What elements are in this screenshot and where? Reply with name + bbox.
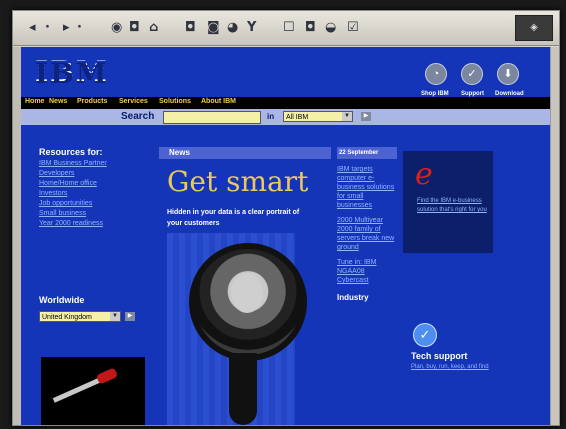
news-header: News (159, 147, 331, 159)
refresh-icon[interactable]: · (77, 20, 82, 36)
search-bar: Search in All IBM ▼ ▶ (21, 109, 551, 125)
resource-link-investors[interactable]: Investors (39, 189, 139, 199)
nav-solutions[interactable]: Solutions (159, 98, 191, 105)
screwdriver-handle (95, 367, 119, 385)
search-scope-value: All IBM (286, 114, 309, 121)
resource-link-small-business[interactable]: Small business (39, 209, 139, 219)
channels-icon[interactable]: ◙ (207, 20, 220, 36)
ebusiness-promo[interactable]: e Find the IBM e-business solution that'… (403, 151, 493, 253)
news-link-small-business[interactable]: IBM targets computer e-business solution… (337, 165, 397, 210)
browser-toolbar: ◂ · ▸ · ◉ ◘ ⌂ ◘ ◙ ◕ Y ☐ ◘ ◒ ☑ ◈ (13, 11, 559, 46)
news-column: 22 September IBM targets computer e-busi… (337, 147, 397, 302)
search-input[interactable] (163, 111, 261, 124)
left-gutter (13, 47, 21, 425)
resource-link-home-office[interactable]: Home/Home office (39, 179, 139, 189)
history-icon[interactable]: ◘ (185, 20, 196, 36)
industry-title: Industry (337, 293, 369, 302)
chevron-down-icon[interactable]: ▼ (110, 312, 120, 321)
tech-support-link[interactable]: Plan, buy, run, keep, and find (411, 363, 501, 371)
nav-about[interactable]: About IBM (201, 98, 236, 105)
checkmark-icon[interactable]: ✓ (413, 323, 437, 347)
headline[interactable]: Get smart (167, 165, 308, 198)
resource-link-year-2000[interactable]: Year 2000 readiness (39, 219, 139, 229)
resources-title: Resources for: (39, 147, 103, 157)
web-page: IBM ◔ Shop IBM ✓ Support ⬇ Download Home… (21, 47, 551, 425)
search-icon[interactable]: ◘ (129, 20, 140, 36)
news-link-cybercast[interactable]: Tune in: IBM NGAA08 Cybercast (337, 258, 397, 285)
promo-image[interactable] (41, 357, 145, 425)
throbber-icon: ◈ (515, 15, 553, 41)
magnifier-handle (229, 353, 257, 425)
country-select[interactable]: United Kingdom ▼ (39, 311, 121, 322)
support-icon[interactable]: ✓ (461, 63, 483, 85)
edit-icon[interactable]: ◘ (305, 20, 316, 36)
tech-support-title[interactable]: Tech support (411, 351, 467, 361)
search-label: Search (121, 111, 155, 122)
resource-link-business-partner[interactable]: IBM Business Partner (39, 159, 139, 169)
country-value: United Kingdom (42, 314, 92, 321)
headline-subtext[interactable]: Hidden in your data is a clear portrait … (167, 207, 307, 229)
e-business-logo: e (415, 157, 433, 192)
browser-window: ◂ · ▸ · ◉ ◘ ⌂ ◘ ◙ ◕ Y ☐ ◘ ◒ ☑ ◈ IBM ◔ Sh… (12, 10, 560, 426)
news-header-label: News (169, 148, 190, 157)
nav-services[interactable]: Services (119, 98, 148, 105)
nav-products[interactable]: Products (77, 98, 107, 105)
magnifier-image[interactable] (189, 243, 307, 361)
fullscreen-icon[interactable]: ◕ (227, 20, 238, 36)
resources-panel: Resources for: IBM Business Partner Deve… (39, 147, 139, 229)
discuss-icon[interactable]: ◒ (325, 20, 336, 36)
nav-news[interactable]: News (49, 98, 67, 105)
worldwide-title: Worldwide (39, 295, 85, 305)
search-scope-select[interactable]: All IBM ▼ (283, 111, 353, 122)
ibm-logo[interactable]: IBM (35, 55, 109, 88)
resource-link-jobs[interactable]: Job opportunities (39, 199, 139, 209)
forward-icon[interactable]: · (45, 20, 50, 36)
stop-icon[interactable]: ▸ (63, 20, 70, 36)
nav-home[interactable]: Home (25, 98, 44, 105)
news-date: 22 September (337, 147, 397, 159)
vertical-scrollbar[interactable] (550, 47, 559, 425)
messenger-icon[interactable]: ☑ (347, 20, 359, 36)
search-go-button[interactable]: ▶ (361, 112, 371, 121)
chevron-down-icon[interactable]: ▼ (342, 112, 352, 121)
shop-icon[interactable]: ◔ (425, 63, 447, 85)
home-icon[interactable]: ◉ (111, 20, 122, 36)
favorites-icon[interactable]: ⌂ (149, 20, 158, 36)
print-icon[interactable]: ☐ (283, 20, 295, 36)
portrait-face (231, 273, 263, 313)
ebusiness-link[interactable]: Find the IBM e-business solution that's … (417, 197, 487, 215)
download-icon[interactable]: ⬇ (497, 63, 519, 85)
resource-link-developers[interactable]: Developers (39, 169, 139, 179)
mail-icon[interactable]: Y (247, 20, 256, 36)
news-link-servers[interactable]: 2000 Multiyear 2000 family of servers br… (337, 216, 397, 252)
screen-frame: ◂ · ▸ · ◉ ◘ ⌂ ◘ ◙ ◕ Y ☐ ◘ ◒ ☑ ◈ IBM ◔ Sh… (0, 0, 566, 429)
back-icon[interactable]: ◂ (29, 20, 36, 36)
nav-bar: Home News Products Services Solutions Ab… (21, 97, 551, 109)
scope-in-label: in (267, 112, 275, 121)
country-go-button[interactable]: ▶ (125, 312, 135, 321)
